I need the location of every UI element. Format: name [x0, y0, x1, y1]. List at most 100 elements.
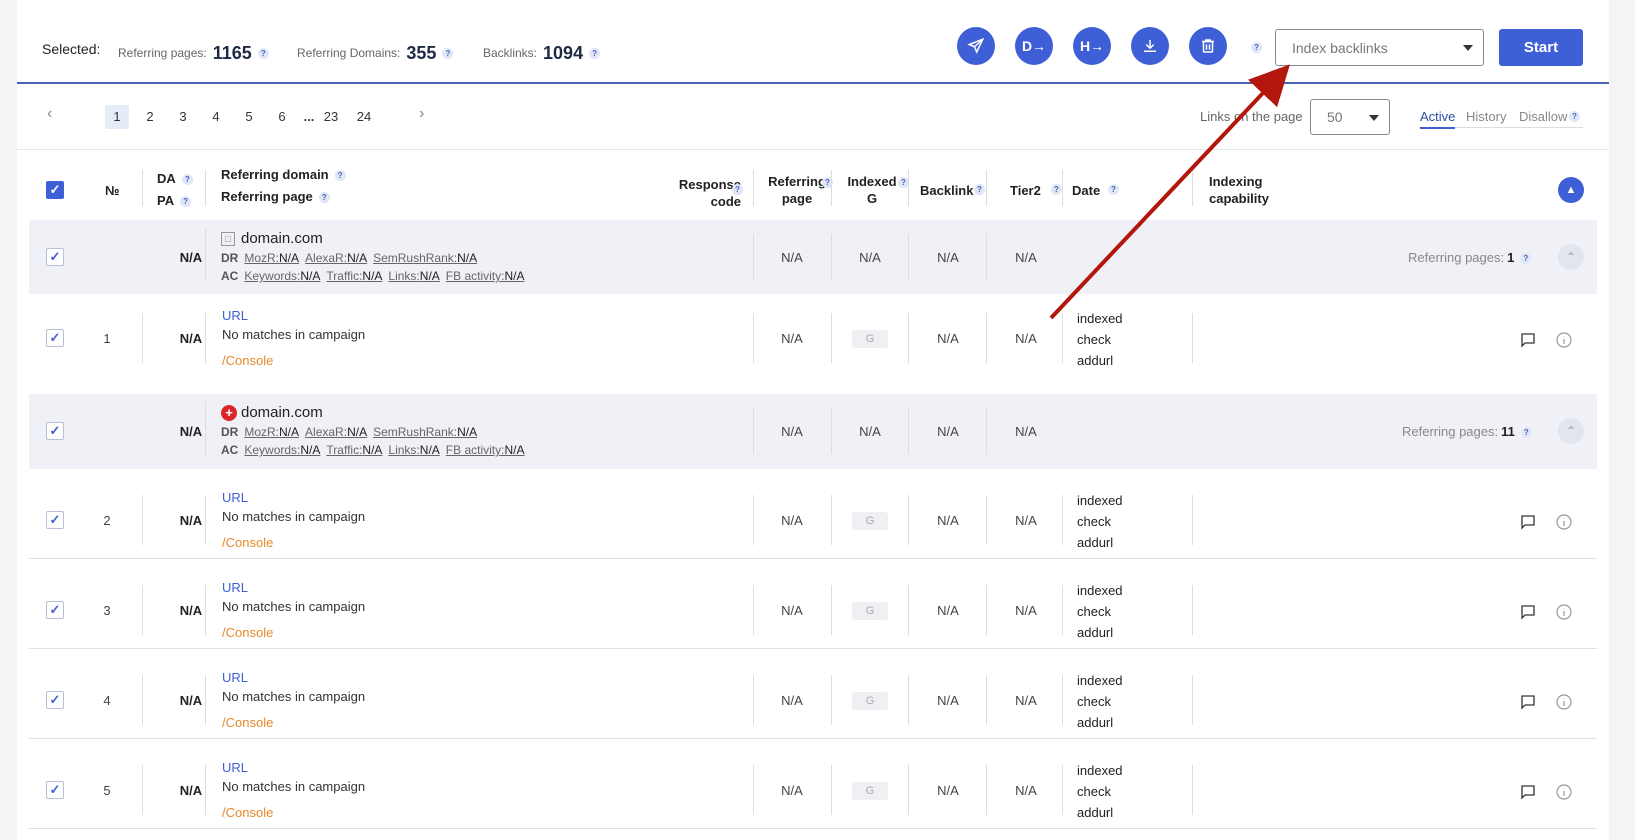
referring-domain-name[interactable]: domain.com — [241, 230, 323, 247]
page-24[interactable]: 24 — [352, 105, 376, 129]
alexar-link[interactable]: AlexaR:N/A — [305, 425, 367, 439]
fb-activity-link[interactable]: FB activity:N/A — [446, 269, 525, 283]
help-icon[interactable]: ? — [589, 48, 601, 60]
collapse-all-button[interactable]: ▲ — [1558, 177, 1584, 203]
mozr-link[interactable]: MozR:N/A — [244, 251, 299, 265]
console-link[interactable]: /Console — [222, 625, 273, 640]
select-all-checkbox[interactable]: ✓ — [46, 181, 64, 199]
referring-page-url[interactable]: URL — [222, 580, 248, 595]
send-button[interactable] — [957, 27, 995, 65]
check-link[interactable]: check — [1077, 514, 1111, 529]
download-button[interactable] — [1131, 27, 1169, 65]
indexed-g-badge[interactable]: G — [852, 330, 888, 348]
row-checkbox[interactable]: ✓ — [46, 511, 64, 529]
help-icon[interactable]: ? — [1520, 253, 1532, 265]
row-checkbox[interactable]: ✓ — [46, 781, 64, 799]
help-icon[interactable]: ? — [1569, 111, 1580, 122]
console-link[interactable]: /Console — [222, 805, 273, 820]
info-icon[interactable] — [1556, 784, 1572, 800]
row-checkbox[interactable]: ✓ — [46, 601, 64, 619]
traffic-link[interactable]: Traffic:N/A — [326, 269, 382, 283]
page-1[interactable]: 1 — [105, 105, 129, 129]
addurl-link[interactable]: addurl — [1077, 805, 1113, 820]
collapse-group-button[interactable]: ⌃ — [1558, 244, 1584, 270]
addurl-link[interactable]: addurl — [1077, 353, 1113, 368]
addurl-link[interactable]: addurl — [1077, 535, 1113, 550]
page-2[interactable]: 2 — [138, 105, 162, 129]
referring-page-url[interactable]: URL — [222, 490, 248, 505]
alexar-link[interactable]: AlexaR:N/A — [305, 251, 367, 265]
fb-activity-link[interactable]: FB activity:N/A — [446, 443, 525, 457]
next-page-icon[interactable]: › — [419, 105, 424, 123]
help-icon[interactable]: ? — [180, 196, 192, 208]
indexed-g-badge[interactable]: G — [852, 782, 888, 800]
indexed-link[interactable]: indexed — [1077, 673, 1123, 688]
traffic-link[interactable]: Traffic:N/A — [326, 443, 382, 457]
links-link[interactable]: Links:N/A — [388, 443, 439, 457]
indexed-link[interactable]: indexed — [1077, 311, 1123, 326]
tab-active[interactable]: Active — [1420, 109, 1456, 129]
page-23[interactable]: 23 — [319, 105, 343, 129]
links-link[interactable]: Links:N/A — [388, 269, 439, 283]
row-checkbox[interactable]: ✓ — [46, 329, 64, 347]
indexed-link[interactable]: indexed — [1077, 493, 1123, 508]
page-6[interactable]: 6 — [270, 105, 294, 129]
row-checkbox[interactable]: ✓ — [46, 691, 64, 709]
help-icon[interactable]: ? — [181, 174, 193, 186]
comment-icon[interactable] — [1520, 332, 1536, 348]
help-icon[interactable]: ? — [1520, 427, 1532, 439]
check-link[interactable]: check — [1077, 784, 1111, 799]
info-icon[interactable] — [1556, 332, 1572, 348]
comment-icon[interactable] — [1520, 514, 1536, 530]
action-select[interactable]: Index backlinks — [1275, 29, 1484, 66]
help-icon[interactable]: ? — [1251, 42, 1262, 53]
links-per-page-select[interactable]: 50 — [1310, 99, 1390, 135]
collapse-group-button[interactable]: ⌃ — [1558, 418, 1584, 444]
check-link[interactable]: check — [1077, 332, 1111, 347]
help-icon[interactable]: ? — [334, 170, 346, 182]
tab-history[interactable]: History — [1466, 109, 1506, 124]
info-icon[interactable] — [1556, 694, 1572, 710]
check-link[interactable]: check — [1077, 694, 1111, 709]
indexed-g-badge[interactable]: G — [852, 602, 888, 620]
referring-page-url[interactable]: URL — [222, 308, 248, 323]
keywords-link[interactable]: Keywords:N/A — [244, 443, 320, 457]
page-3[interactable]: 3 — [171, 105, 195, 129]
addurl-link[interactable]: addurl — [1077, 715, 1113, 730]
indexed-link[interactable]: indexed — [1077, 583, 1123, 598]
info-icon[interactable] — [1556, 514, 1572, 530]
help-icon[interactable]: ? — [442, 48, 454, 60]
indexed-g-badge[interactable]: G — [852, 692, 888, 710]
help-icon[interactable]: ? — [974, 184, 985, 195]
start-button[interactable]: Start — [1499, 29, 1583, 66]
comment-icon[interactable] — [1520, 604, 1536, 620]
mozr-link[interactable]: MozR:N/A — [244, 425, 299, 439]
row-checkbox[interactable]: ✓ — [46, 422, 64, 440]
referring-page-url[interactable]: URL — [222, 760, 248, 775]
semrush-link[interactable]: SemRushRank:N/A — [373, 425, 477, 439]
console-link[interactable]: /Console — [222, 535, 273, 550]
referring-page-url[interactable]: URL — [222, 670, 248, 685]
semrush-link[interactable]: SemRushRank:N/A — [373, 251, 477, 265]
check-link[interactable]: check — [1077, 604, 1111, 619]
help-icon[interactable]: ? — [318, 192, 330, 204]
keywords-link[interactable]: Keywords:N/A — [244, 269, 320, 283]
comment-icon[interactable] — [1520, 784, 1536, 800]
page-5[interactable]: 5 — [237, 105, 261, 129]
help-icon[interactable]: ? — [1051, 184, 1062, 195]
delete-button[interactable] — [1189, 27, 1227, 65]
addurl-link[interactable]: addurl — [1077, 625, 1113, 640]
help-icon[interactable]: ? — [257, 48, 269, 60]
page-4[interactable]: 4 — [204, 105, 228, 129]
info-icon[interactable] — [1556, 604, 1572, 620]
tab-disallow[interactable]: Disallow — [1519, 109, 1567, 124]
help-icon[interactable]: ? — [732, 184, 743, 195]
row-checkbox[interactable]: ✓ — [46, 248, 64, 266]
domain-export-button[interactable]: D→ — [1015, 27, 1053, 65]
help-icon[interactable]: ? — [1108, 184, 1119, 195]
comment-icon[interactable] — [1520, 694, 1536, 710]
indexed-link[interactable]: indexed — [1077, 763, 1123, 778]
console-link[interactable]: /Console — [222, 715, 273, 730]
host-export-button[interactable]: H→ — [1073, 27, 1111, 65]
prev-page-icon[interactable]: ‹ — [47, 105, 52, 123]
